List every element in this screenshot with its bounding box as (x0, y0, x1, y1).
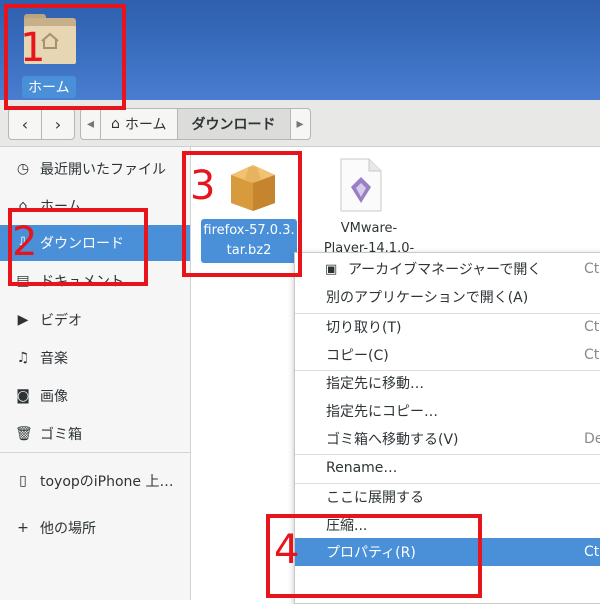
menu-item-label: 指定先に移動… (326, 376, 424, 392)
menu-item-label: 指定先にコピー… (326, 404, 438, 420)
menu-item-copy-to[interactable]: 指定先にコピー… (295, 397, 600, 425)
menu-item-label: 別のアプリケーションで開く(A) (326, 290, 529, 306)
menu-item-rename[interactable]: Rename… (295, 454, 600, 482)
forward-button[interactable]: › (41, 109, 74, 139)
path-current-button[interactable]: ダウンロード (176, 109, 290, 139)
music-icon: ♫ (16, 350, 30, 366)
menu-item-shortcut: Ctr (584, 261, 600, 277)
menu-item-move-to[interactable]: 指定先に移動… (295, 369, 600, 397)
video-icon: ▶ (17, 312, 29, 328)
menu-item-label: ゴミ箱へ移動する(V) (326, 432, 459, 448)
vmware-file-icon (340, 158, 382, 212)
nav-buttons: ‹ › (8, 108, 75, 140)
annotation-number-4: 4 (274, 527, 300, 573)
menu-item-extract-here[interactable]: ここに展開する (295, 483, 600, 511)
sidebar-item-label: 他の場所 (40, 521, 96, 537)
home-icon: ⌂ (111, 116, 120, 132)
sidebar-item-label: 音楽 (40, 351, 68, 367)
phone-icon: ▯ (19, 473, 27, 489)
back-button[interactable]: ‹ (9, 109, 41, 139)
clock-icon: ◷ (16, 161, 30, 177)
sidebar-item-label: ゴミ箱 (40, 427, 82, 443)
path-home-label: ホーム (124, 117, 167, 133)
sidebar-divider (0, 452, 190, 453)
menu-item-label: コピー(C) (326, 348, 389, 364)
menu-item-label: アーカイブマネージャーで開く (348, 262, 542, 278)
menu-item-shortcut: Ct (584, 319, 600, 335)
plus-icon: + (17, 520, 29, 536)
sidebar-item-label: 最近開いたファイル (40, 162, 166, 178)
menu-item-shortcut: Ct (584, 347, 600, 363)
sidebar-item-label: 画像 (40, 389, 68, 405)
sidebar-item-iphone[interactable]: ▯ toyopのiPhone 上… (0, 463, 190, 499)
path-home-button[interactable]: ⌂ ホーム (100, 109, 176, 139)
sidebar-item-pictures[interactable]: ◙ 画像 (0, 378, 190, 414)
annotation-number-3: 3 (190, 163, 216, 209)
sidebar-item-videos[interactable]: ▶ ビデオ (0, 302, 190, 338)
annotation-number-2: 2 (12, 219, 38, 265)
sidebar-item-recent[interactable]: ◷ 最近開いたファイル (0, 151, 190, 187)
menu-item-open-archive-manager[interactable]: ▣ アーカイブマネージャーで開く Ctr (295, 255, 600, 283)
menu-item-label: ここに展開する (326, 490, 424, 506)
path-scroll-left-button[interactable]: ◂ (81, 109, 100, 139)
sidebar-item-label: toyopのiPhone 上… (40, 474, 174, 490)
sidebar-item-music[interactable]: ♫ 音楽 (0, 340, 190, 376)
path-bar: ◂ ⌂ ホーム ダウンロード ▸ (80, 108, 311, 140)
menu-item-copy[interactable]: コピー(C) Ct (295, 341, 600, 369)
trash-icon: 🗑 (15, 426, 33, 442)
annotation-number-1: 1 (20, 25, 46, 71)
menu-item-shortcut: Ct (584, 544, 600, 560)
sidebar-item-trash[interactable]: 🗑 ゴミ箱 (0, 416, 190, 452)
menu-item-cut[interactable]: 切り取り(T) Ct (295, 313, 600, 341)
path-scroll-right-button[interactable]: ▸ (289, 109, 310, 139)
menu-item-label: Rename… (326, 460, 398, 476)
menu-item-label: 切り取り(T) (326, 320, 402, 336)
menu-item-move-to-trash[interactable]: ゴミ箱へ移動する(V) De (295, 425, 600, 453)
archive-manager-icon: ▣ (325, 261, 338, 277)
file-name-line: VMware- (340, 221, 398, 236)
sidebar-item-label: ビデオ (40, 313, 82, 329)
menu-item-open-with[interactable]: 別のアプリケーションで開く(A) (295, 283, 600, 311)
menu-item-shortcut: De (584, 431, 600, 447)
sidebar-item-other-locations[interactable]: + 他の場所 (0, 510, 190, 546)
camera-icon: ◙ (16, 388, 30, 404)
